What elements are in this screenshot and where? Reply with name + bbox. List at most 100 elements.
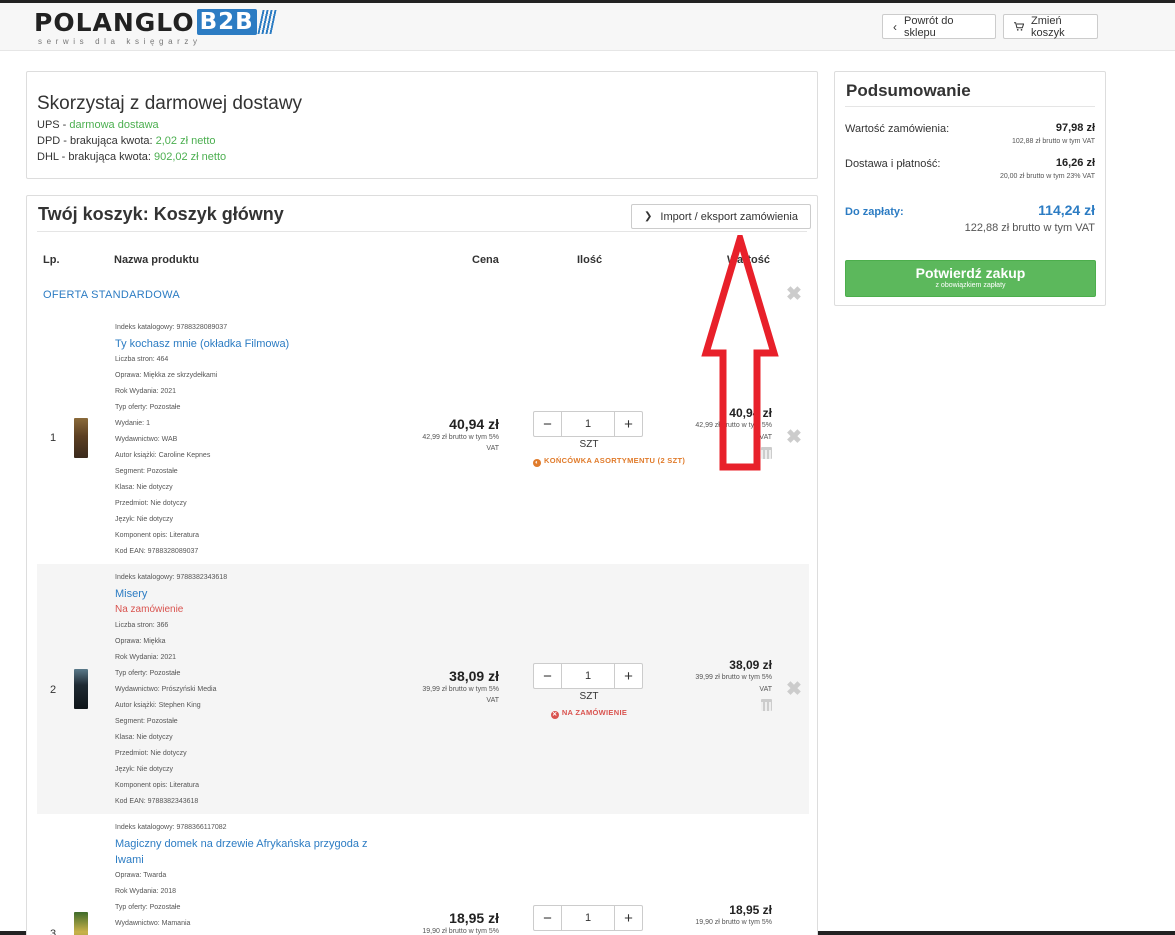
top-header: POLANGLO B2B serwis dla księgarzy ‹ Powr…: [0, 3, 1175, 51]
net-price: 38,09 zł: [449, 668, 499, 684]
carrier-name: UPS -: [37, 119, 70, 131]
line-gross: 39,99 zł brutto w tym 5%: [695, 674, 772, 681]
detail: Komponent opis: Literatura: [115, 532, 200, 539]
detail: Klasa: Nie dotyczy: [115, 734, 173, 741]
table-row: 3 Indeks katalogowy: 9788366117082 Magic…: [37, 814, 809, 935]
decrease-button[interactable]: −: [533, 663, 562, 689]
net-price: 18,95 zł: [449, 910, 499, 926]
decrease-button[interactable]: −: [533, 411, 562, 437]
line-value: 40,94 zł: [729, 406, 772, 420]
book-cover-image[interactable]: [74, 912, 88, 935]
summary-title: Podsumowanie: [846, 81, 971, 100]
detail: Liczba stron: 366: [115, 622, 169, 629]
price-cell: 38,09 zł 39,99 zł brutto w tym 5% VAT: [399, 668, 499, 706]
decrease-button[interactable]: −: [533, 905, 562, 931]
value-cell: 38,09 zł 39,99 zł brutto w tym 5% VAT: [677, 658, 772, 716]
detail: Liczba stron: 464: [115, 356, 169, 363]
table-row: 2 Indeks katalogowy: 9788382343618 Miser…: [37, 564, 809, 814]
line-value: 18,95 zł: [729, 903, 772, 917]
col-product-name[interactable]: Nazwa produktu: [114, 254, 199, 266]
detail: Oprawa: Miękka ze skrzydełkami: [115, 372, 218, 379]
vat-label: VAT: [486, 697, 499, 704]
remove-section-icon[interactable]: ✖: [786, 285, 802, 304]
quantity-stepper: − 1 +: [533, 663, 645, 689]
product-meta: Indeks katalogowy: 9788366117082 Magiczn…: [115, 820, 385, 932]
detail: Język: Nie dotyczy: [115, 516, 173, 523]
import-export-label: Import / eksport zamówienia: [660, 210, 798, 223]
quantity-input[interactable]: 1: [562, 663, 614, 689]
line-gross: 42,99 zł brutto w tym 5%: [695, 422, 772, 429]
free-delivery-title: Skorzystaj z darmowej dostawy: [37, 93, 303, 114]
line-value: 38,09 zł: [729, 658, 772, 672]
stock-notice: ◐ KOŃCÓWKA ASORTYMENTU (2 SZT): [533, 456, 685, 467]
col-quantity[interactable]: Ilość: [577, 254, 602, 266]
logo-b2b: B2B: [196, 9, 257, 35]
increase-button[interactable]: +: [614, 663, 643, 689]
detail: Rok Wydania: 2021: [115, 654, 177, 661]
vat-label: VAT: [759, 686, 772, 693]
delivery-value: 902,02 zł netto: [153, 151, 227, 163]
book-cover-image[interactable]: [74, 669, 88, 709]
quantity-input[interactable]: 1: [562, 905, 614, 931]
confirm-label: Potwierdź zakup: [915, 265, 1026, 281]
detail: Język: Nie dotyczy: [115, 766, 173, 773]
shipping-gross: 20,00 zł brutto w tym 23% VAT: [999, 173, 1095, 180]
gross-price: 39,99 zł brutto w tym 5%: [422, 686, 499, 693]
free-delivery-panel: Skorzystaj z darmowej dostawy UPS - darm…: [26, 71, 818, 179]
detail: Klasa: Nie dotyczy: [115, 484, 173, 491]
book-cover-image[interactable]: [74, 418, 88, 458]
cart-title: Twój koszyk: Koszyk główny: [38, 204, 284, 224]
detail: Wydanie: 1: [115, 420, 150, 427]
cart-panel: Twój koszyk: Koszyk główny ❯ Import / ek…: [26, 195, 818, 935]
row-lp: 2: [50, 684, 57, 696]
carrier-name: DPD -: [37, 135, 70, 147]
times-circle-icon: ✕: [550, 711, 559, 719]
detail: Oprawa: Twarda: [115, 872, 167, 879]
quantity-input[interactable]: 1: [562, 411, 614, 437]
increase-button[interactable]: +: [614, 411, 643, 437]
line-gross: 19,90 zł brutto w tym 5%: [695, 919, 772, 926]
change-cart-button[interactable]: Zmień koszyk: [1003, 14, 1098, 39]
col-price[interactable]: Cena: [472, 254, 499, 266]
stock-notice: ✕ NA ZAMÓWIENIE: [533, 708, 645, 719]
order-value-label: Wartość zamówienia:: [845, 123, 950, 135]
detail: Komponent opis: Literatura: [115, 782, 200, 789]
delivery-value: darmowa dostawa: [69, 119, 159, 131]
gross-price: 19,90 zł brutto w tym 5%: [422, 928, 499, 935]
increase-button[interactable]: +: [614, 905, 643, 931]
product-title-link[interactable]: Ty kochasz mnie (okładka Filmowa): [115, 336, 385, 352]
to-pay-gross: 122,88 zł brutto w tym VAT: [964, 222, 1095, 234]
shipping-value: 16,26 zł: [1055, 157, 1095, 169]
calculator-icon[interactable]: [761, 699, 772, 711]
import-export-button[interactable]: ❯ Import / eksport zamówienia: [631, 204, 811, 229]
calculator-icon[interactable]: [761, 447, 772, 459]
detail: Wydawnictwo: Mamania: [115, 920, 191, 927]
quantity-stepper: − 1 +: [533, 905, 645, 931]
back-to-shop-label: Powrót do sklepu: [904, 14, 954, 39]
detail: Typ oferty: Pozostałe: [115, 670, 181, 677]
to-pay-value: 114,24 zł: [1038, 202, 1095, 218]
detail: Wydawnictwo: Prószyński Media: [115, 686, 217, 693]
section-standard-offer: OFERTA STANDARDOWA: [43, 289, 181, 301]
delivery-line-dpd: DPD - brakująca kwota: 2,02 zł netto: [37, 135, 216, 147]
product-title-link[interactable]: Misery: [115, 586, 385, 602]
price-cell: 18,95 zł 19,90 zł brutto w tym 5%: [399, 910, 499, 935]
quantity-cell: − 1 + SZT ✕ NA ZAMÓWIENIE: [533, 663, 645, 719]
order-summary-panel: Podsumowanie Wartość zamówienia: 97,98 z…: [834, 71, 1106, 306]
product-title-link[interactable]: Magiczny domek na drzewie Afrykańska prz…: [115, 836, 385, 868]
logo[interactable]: POLANGLO B2B serwis dla księgarzy: [34, 8, 277, 46]
logo-stripes-icon: [257, 10, 277, 34]
divider: [845, 106, 1095, 107]
carrier-name: DHL -: [37, 151, 69, 163]
table-row: 1 Indeks katalogowy: 9788328089037 Ty ko…: [37, 314, 809, 564]
vat-label: VAT: [759, 434, 772, 441]
half-circle-icon: ◐: [533, 459, 541, 467]
back-to-shop-button[interactable]: ‹ Powrót do sklepu: [882, 14, 996, 39]
chevron-down-icon: ❯: [644, 211, 653, 222]
remove-item-icon[interactable]: ✖: [786, 680, 802, 699]
detail: Przedmiot: Nie dotyczy: [115, 500, 187, 507]
col-value[interactable]: Wartość: [727, 254, 770, 266]
confirm-purchase-button[interactable]: Potwierdź zakup z obowiązkiem zapłaty: [845, 260, 1096, 297]
detail: Autor książki: Stephen King: [115, 702, 201, 709]
remove-item-icon[interactable]: ✖: [786, 428, 802, 447]
